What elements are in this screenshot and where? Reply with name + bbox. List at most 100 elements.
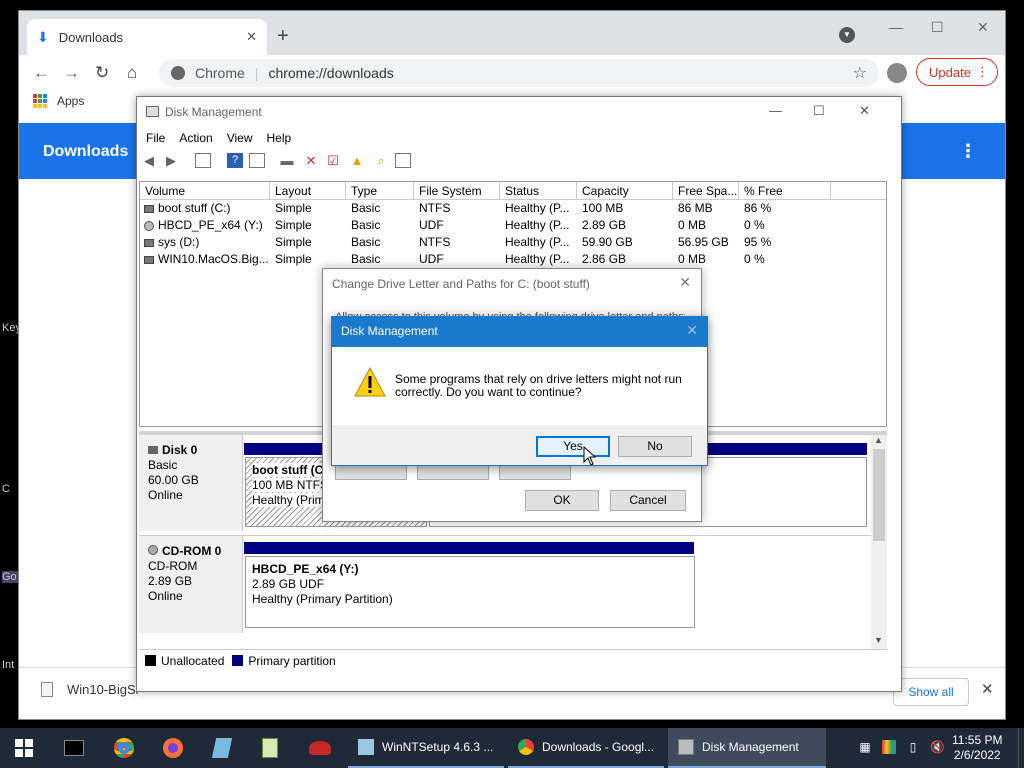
table-row[interactable]: boot stuff (C:) Simple Basic NTFS Health… <box>140 200 886 217</box>
update-button[interactable]: Update ⋮ <box>916 58 998 86</box>
chrome-taskbar-icon[interactable] <box>108 728 140 768</box>
dm-toolbar: ◀ ▶ ? ▬ ✕ ☑ ▲ ⌕ <box>137 149 901 173</box>
system-clock[interactable]: 11:55 PM 2/6/2022 <box>952 733 1002 763</box>
menu-action[interactable]: Action <box>179 131 212 145</box>
table-row[interactable]: HBCD_PE_x64 (Y:) Simple Basic UDF Health… <box>140 217 886 234</box>
dm-minimize-icon[interactable]: — <box>769 103 782 118</box>
folder-up-icon[interactable]: ▲ <box>349 153 365 168</box>
col-capacity[interactable]: Capacity <box>577 182 673 199</box>
close-shelf-icon[interactable]: ✕ <box>981 680 994 698</box>
delete-icon[interactable]: ✕ <box>303 153 319 168</box>
start-button[interactable] <box>8 728 40 768</box>
apps-grid-icon[interactable] <box>33 94 47 108</box>
capacity-cell: 2.86 GB <box>582 252 627 266</box>
table-row[interactable]: WIN10.MacOS.Big... Simple Basic UDF Heal… <box>140 251 886 268</box>
close-window-icon[interactable]: ✕ <box>977 19 989 36</box>
properties-icon[interactable] <box>249 153 265 168</box>
check-icon[interactable]: ☑ <box>325 153 341 168</box>
col-free-space[interactable]: Free Spa... <box>673 182 739 199</box>
disk-0-label[interactable]: Disk 0 Basic 60.00 GB Online <box>139 435 243 531</box>
menu-help[interactable]: Help <box>267 131 292 145</box>
close-tab-icon[interactable]: ✕ <box>246 29 257 45</box>
col-type[interactable]: Type <box>346 182 414 199</box>
fs-cell: UDF <box>419 252 444 266</box>
search-folder-icon[interactable]: ⌕ <box>373 153 389 168</box>
menu-file[interactable]: File <box>146 131 165 145</box>
show-all-button[interactable]: Show all <box>893 678 969 706</box>
task-chrome-downloads[interactable]: Downloads - Googl... <box>508 728 664 768</box>
change-dialog-titlebar[interactable]: Change Drive Letter and Paths for C: (bo… <box>323 269 701 299</box>
cancel-button[interactable]: Cancel <box>610 490 686 511</box>
task-winntsetup[interactable]: WinNTSetup 4.6.3 ... <box>348 728 504 768</box>
maximize-icon[interactable]: ☐ <box>931 19 944 36</box>
help-icon[interactable]: ? <box>227 153 243 168</box>
cmd-taskbar-icon[interactable] <box>58 728 90 768</box>
network-icon[interactable]: ▦ <box>858 740 872 754</box>
dm-close-icon[interactable]: ✕ <box>859 103 870 119</box>
app-taskbar-icon[interactable] <box>206 728 238 768</box>
windows-logo-icon <box>15 739 33 757</box>
url-text: chrome://downloads <box>268 65 394 81</box>
show-desktop-button[interactable] <box>1018 728 1024 768</box>
col-layout[interactable]: Layout <box>270 182 346 199</box>
firefox-taskbar-icon[interactable] <box>157 728 189 768</box>
tab-search-icon[interactable]: ▼ <box>839 27 855 43</box>
scroll-down-icon[interactable]: ▼ <box>874 635 883 645</box>
partition-hbcd[interactable]: HBCD_PE_x64 (Y:) 2.89 GB UDF Healthy (Pr… <box>245 556 695 628</box>
list-view-icon[interactable] <box>395 153 411 168</box>
layout-cell: Simple <box>275 201 312 215</box>
capacity-cell: 59.90 GB <box>582 235 633 249</box>
ok-button[interactable]: OK <box>525 490 599 511</box>
col-status[interactable]: Status <box>500 182 577 199</box>
pct-cell: 86 % <box>744 201 772 215</box>
scroll-up-icon[interactable]: ▲ <box>874 435 883 445</box>
apps-bookmark[interactable]: Apps <box>57 94 84 108</box>
profile-avatar-icon[interactable] <box>887 63 907 83</box>
shelf-download-item[interactable]: Win10-BigSi <box>41 682 139 697</box>
layout-cell: Simple <box>275 218 312 232</box>
tab-strip: ⬇ Downloads ✕ + ▼ — ☐ ✕ <box>19 11 1005 55</box>
volume-cell: HBCD_PE_x64 (Y:) <box>140 217 270 234</box>
task-disk-management[interactable]: Disk Management <box>668 728 826 768</box>
color-app-icon[interactable] <box>882 740 896 754</box>
graph-scrollbar[interactable]: ▲ ▼ <box>871 435 887 649</box>
notepad-taskbar-icon[interactable] <box>254 728 286 768</box>
menu-view[interactable]: View <box>227 131 253 145</box>
download-icon: ⬇ <box>37 28 49 45</box>
table-row[interactable]: sys (D:) Simple Basic NTFS Healthy (P...… <box>140 234 886 251</box>
new-tab-icon[interactable]: + <box>277 25 289 48</box>
address-bar[interactable]: Chrome | chrome://downloads ☆ <box>159 59 879 87</box>
show-hide-tree-icon[interactable] <box>195 153 211 168</box>
partition-fs: 100 MB NTFS <box>252 478 329 492</box>
scroll-thumb[interactable] <box>873 449 885 541</box>
col-file-system[interactable]: File System <box>414 182 500 199</box>
col-volume[interactable]: Volume <box>140 182 270 199</box>
partition-name: boot stuff (C <box>252 463 324 477</box>
usb-icon[interactable]: ▯ <box>906 740 920 754</box>
confirm-titlebar[interactable]: Disk Management ✕ <box>332 317 707 347</box>
volume-muted-icon[interactable]: 🔇 <box>930 740 945 754</box>
bookmark-star-icon[interactable]: ☆ <box>853 63 867 83</box>
col-percent-free[interactable]: % Free <box>739 182 831 199</box>
back-arrow-icon[interactable]: ◀ <box>141 153 157 168</box>
change-dialog-close-icon[interactable]: ✕ <box>679 274 691 291</box>
dm-titlebar[interactable]: Disk Management — ☐ ✕ <box>137 97 901 127</box>
forward-icon[interactable]: → <box>63 63 80 83</box>
reload-icon[interactable]: ↻ <box>95 63 109 83</box>
minimize-icon[interactable]: — <box>889 19 903 35</box>
dm-maximize-icon[interactable]: ☐ <box>813 103 825 119</box>
connect-disk-icon[interactable]: ▬ <box>279 153 295 168</box>
cdrom-0-label[interactable]: CD-ROM 0 CD-ROM 2.89 GB Online <box>139 536 243 633</box>
home-icon[interactable]: ⌂ <box>127 63 137 83</box>
forward-arrow-icon[interactable]: ▶ <box>163 153 179 168</box>
no-button[interactable]: No <box>618 436 692 457</box>
confirm-close-icon[interactable]: ✕ <box>686 322 698 339</box>
back-icon[interactable]: ← <box>33 63 50 83</box>
tool-taskbar-icon[interactable] <box>304 728 336 768</box>
tab-downloads[interactable]: ⬇ Downloads ✕ <box>27 19 267 55</box>
more-vert-icon[interactable]: ⋮ <box>959 141 977 162</box>
volume-name: WIN10.MacOS.Big... <box>158 252 269 266</box>
desktop-fragment[interactable]: Go <box>2 571 18 583</box>
yes-button[interactable]: Yes <box>536 436 610 457</box>
update-label: Update <box>929 64 971 80</box>
